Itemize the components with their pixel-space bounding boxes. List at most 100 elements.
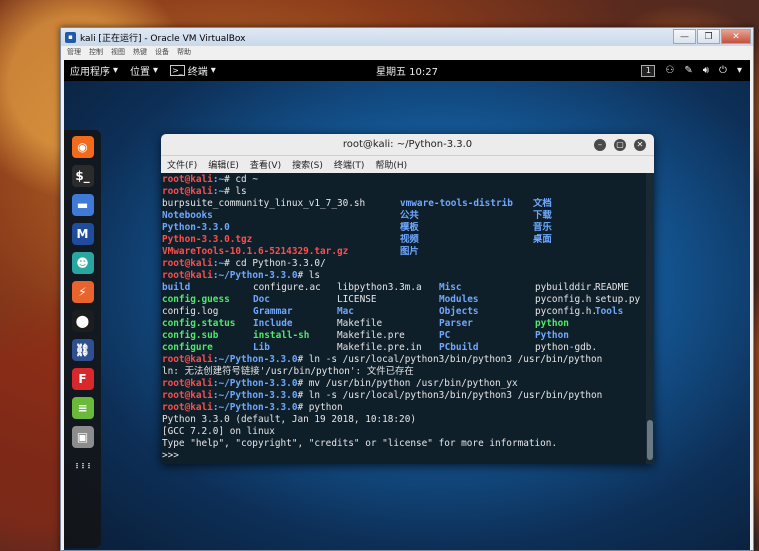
armitage-icon[interactable]: ☻ bbox=[71, 252, 94, 274]
terminal-line: >>> bbox=[162, 450, 645, 462]
ls-entry: Doc bbox=[253, 294, 270, 305]
ls-entry: build bbox=[162, 282, 191, 293]
power-icon[interactable]: ⏻ bbox=[719, 65, 727, 76]
dock: ◉ $_ ▬ M ☻ ⚡ ⬤ ⛓ F ≡ ▣ ⋮⋮⋮ bbox=[64, 130, 101, 548]
workspace-indicator[interactable]: 1 bbox=[641, 64, 656, 77]
terminal-window: root@kali: ~/Python-3.3.0 – ▢ ✕ 文件(F) 编辑… bbox=[161, 134, 654, 464]
notes-icon[interactable]: ≡ bbox=[71, 397, 94, 419]
files-icon[interactable]: ▬ bbox=[71, 194, 94, 216]
ls-entry: configure.ac bbox=[253, 282, 321, 293]
prompt-symbol: # bbox=[224, 186, 236, 197]
ls-entry: Modules bbox=[439, 294, 479, 305]
terminal-icon[interactable]: $_ bbox=[71, 165, 94, 187]
menu-hotkey[interactable]: 热键 bbox=[133, 47, 147, 57]
prompt-command: ls bbox=[308, 270, 321, 281]
terminal-app-label: 终端 bbox=[187, 67, 208, 78]
terminal-line: root@kali:~# ls bbox=[162, 186, 645, 198]
terminal-menu-file[interactable]: 文件(F) bbox=[167, 158, 197, 171]
prompt-path: :~/Python-3.3.0 bbox=[212, 270, 298, 281]
minimize-button[interactable]: — bbox=[673, 29, 696, 44]
places-menu[interactable]: 位置 ▾ bbox=[124, 63, 164, 78]
terminal-line: config.sub install-sh Makefile.pre PC Python bbox=[162, 330, 645, 342]
terminal-menu-terminal[interactable]: 终端(T) bbox=[334, 158, 365, 171]
virtualbox-menubar: 管理 控制 视图 热键 设备 帮助 bbox=[61, 46, 753, 58]
terminal-line: root@kali:~/Python-3.3.0# python bbox=[162, 402, 645, 414]
menu-view[interactable]: 视图 bbox=[111, 47, 125, 57]
output-text: Python 3.3.0 (default, Jan 19 2018, 10:1… bbox=[162, 414, 416, 425]
system-icon[interactable]: ▣ bbox=[71, 426, 94, 448]
restore-button[interactable]: ❐ bbox=[697, 29, 720, 44]
firefox-icon[interactable]: ◉ bbox=[71, 136, 94, 158]
terminal-line: root@kali:~/Python-3.3.0# ln -s /usr/loc… bbox=[162, 354, 645, 366]
terminal-output[interactable]: root@kali:~# cd ~ root@kali:~# ls burpsuit… bbox=[161, 173, 646, 464]
terminal-titlebar: root@kali: ~/Python-3.3.0 – ▢ ✕ bbox=[161, 134, 654, 156]
terminal-line: VMwareTools-10.1.6-5214329.tar.gz 图片 bbox=[162, 246, 645, 258]
virtualbox-logo-icon: ▪ bbox=[65, 31, 76, 43]
burpsuite-icon[interactable]: ⚡ bbox=[71, 281, 94, 303]
terminal-line: config.log Grammar Mac Objects pyconfig.h.in… bbox=[162, 306, 645, 318]
close-button[interactable]: ✕ bbox=[721, 29, 751, 44]
prompt-command: cd ~ bbox=[235, 174, 258, 185]
kali-dragon-icon[interactable]: ⛓ bbox=[71, 339, 94, 361]
prompt-symbol: # bbox=[297, 378, 309, 389]
menu-help[interactable]: 帮助 bbox=[177, 47, 191, 57]
terminal-line: root@kali:~/Python-3.3.0# ls bbox=[162, 270, 645, 282]
ls-entry: Mac bbox=[337, 306, 354, 317]
ls-entry: 公共 bbox=[400, 210, 419, 221]
app-grid-icon[interactable]: ⋮⋮⋮ bbox=[72, 455, 94, 477]
prompt-command: ls bbox=[235, 186, 247, 197]
faraday-icon[interactable]: F bbox=[71, 368, 94, 390]
terminal-line: burpsuite_community_linux_v1_7_30.sh vmwa… bbox=[162, 198, 645, 210]
ls-entry: python bbox=[535, 318, 569, 329]
chevron-down-icon[interactable]: ▾ bbox=[737, 65, 742, 76]
maltego-icon[interactable]: ⬤ bbox=[71, 310, 94, 332]
ls-entry: 图片 bbox=[400, 246, 419, 257]
menu-devices[interactable]: 设备 bbox=[155, 47, 169, 57]
terminal-line: configure Lib Makefile.pre.in PCbuild python… bbox=[162, 342, 645, 354]
system-tray: 1 ⚇ ✎ 🔊︎ ⏻ ▾ bbox=[641, 64, 742, 77]
terminal-line: build configure.ac libpython3.3m.a Misc pybu… bbox=[162, 282, 645, 294]
prompt-path: :~ bbox=[212, 186, 225, 197]
terminal-line: Type "help", "copyright", "credits" or "… bbox=[162, 438, 645, 450]
terminal-minimize-button[interactable]: – bbox=[594, 139, 606, 151]
output-text: Type "help", "copyright", "credits" or "… bbox=[162, 438, 558, 449]
terminal-maximize-button[interactable]: ▢ bbox=[614, 139, 626, 151]
terminal-line: config.status Include Makefile Parser python bbox=[162, 318, 645, 330]
prompt-symbol: # bbox=[224, 258, 236, 269]
terminal-window-controls: – ▢ ✕ bbox=[594, 139, 646, 151]
volume-icon[interactable]: 🔊︎ bbox=[703, 65, 709, 76]
terminal-menu-help[interactable]: 帮助(H) bbox=[375, 158, 407, 171]
prompt-command: ln -s /usr/local/python3/bin/python3 /us… bbox=[308, 354, 603, 365]
accessibility-icon[interactable]: ✎ bbox=[684, 65, 692, 76]
terminal-line: config.guess Doc LICENSE Modules pyconfig.h s… bbox=[162, 294, 645, 306]
menu-control[interactable]: 控制 bbox=[89, 47, 103, 57]
terminal-menu-search[interactable]: 搜索(S) bbox=[292, 158, 323, 171]
terminal-scrollbar[interactable] bbox=[646, 173, 654, 464]
terminal-menu-edit[interactable]: 编辑(E) bbox=[208, 158, 239, 171]
metasploit-icon[interactable]: M bbox=[71, 223, 94, 245]
terminal-close-button[interactable]: ✕ bbox=[634, 139, 646, 151]
prompt-user: root@kali bbox=[162, 186, 213, 197]
terminal-menu-view[interactable]: 查看(V) bbox=[250, 158, 281, 171]
prompt-symbol: # bbox=[224, 174, 236, 185]
ls-entry: pyconfig.h bbox=[535, 294, 592, 305]
ls-entry: Notebooks bbox=[162, 210, 213, 221]
ls-entry: install-sh bbox=[253, 330, 310, 341]
prompt-user: root@kali bbox=[162, 174, 213, 185]
clock[interactable]: 星期五 10:27 bbox=[376, 63, 438, 78]
terminal-line: Python-3.3.0 模板 音乐 bbox=[162, 222, 645, 234]
network-icon[interactable]: ⚇ bbox=[665, 65, 674, 76]
scrollbar-thumb[interactable] bbox=[647, 420, 653, 460]
ls-entry: Tools bbox=[595, 306, 624, 317]
applications-menu[interactable]: 应用程序 ▾ bbox=[64, 63, 124, 78]
menu-manage[interactable]: 管理 bbox=[67, 47, 81, 57]
ls-entry: config.log bbox=[162, 306, 219, 317]
ls-entry: 视频 bbox=[400, 234, 419, 245]
ls-entry: Objects bbox=[439, 306, 479, 317]
ls-entry: Include bbox=[253, 318, 293, 329]
prompt-user: root@kali bbox=[162, 354, 213, 365]
prompt-command: mv /usr/bin/python /usr/bin/python_yx bbox=[308, 378, 518, 389]
ls-entry: setup.py bbox=[595, 294, 641, 305]
prompt-path: :~/Python-3.3.0 bbox=[212, 390, 298, 401]
terminal-app-menu[interactable]: >_ 终端 ▾ bbox=[164, 63, 222, 78]
